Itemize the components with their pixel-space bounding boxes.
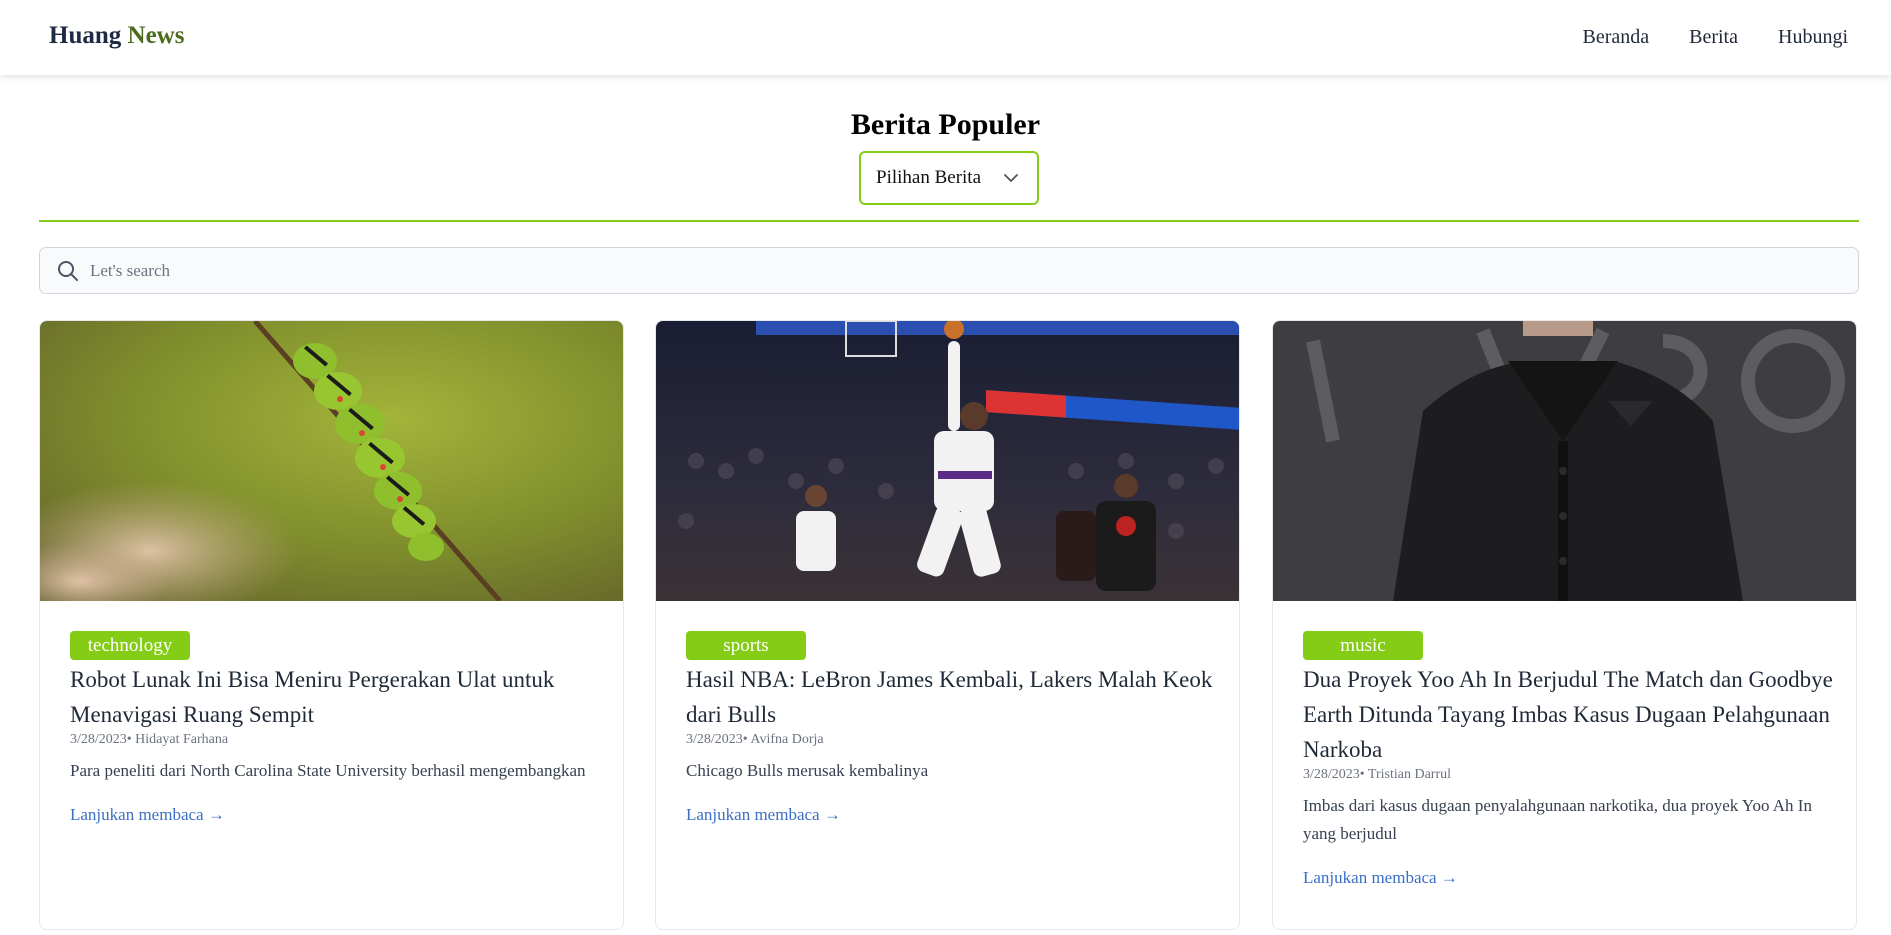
- category-badge[interactable]: music: [1303, 631, 1423, 660]
- article-title[interactable]: Hasil NBA: LeBron James Kembali, Lakers …: [686, 662, 1216, 732]
- search-icon: [58, 261, 78, 281]
- brand-name-first: Huang: [49, 22, 122, 49]
- dropdown-selected-value: Pilihan Berita: [876, 167, 982, 188]
- search-input[interactable]: [90, 248, 1840, 293]
- article-image-portrait[interactable]: [1273, 321, 1856, 601]
- read-more-link[interactable]: Lanjukan membaca →: [1303, 868, 1458, 888]
- nav-berita[interactable]: Berita: [1689, 26, 1738, 49]
- article-image-basketball[interactable]: [656, 321, 1239, 601]
- article-excerpt: Imbas dari kasus dugaan penyalahgunaan n…: [1303, 796, 1812, 843]
- brand-name-second: News: [127, 22, 185, 49]
- nav-hubungi[interactable]: Hubungi: [1778, 26, 1848, 49]
- article-meta: 3/28/2023• Hidayat Farhana: [70, 732, 229, 747]
- category-badge[interactable]: sports: [686, 631, 806, 660]
- read-more-link[interactable]: Lanjukan membaca →: [686, 805, 841, 825]
- article-card[interactable]: music Dua Proyek Yoo Ah In Berjudul The …: [1272, 320, 1857, 930]
- site-header: Huang News Beranda Berita Hubungi: [0, 0, 1891, 75]
- brand-logo[interactable]: Huang News: [49, 22, 184, 50]
- article-excerpt: Para peneliti dari North Carolina State …: [70, 761, 586, 780]
- nav-beranda[interactable]: Beranda: [1582, 26, 1649, 49]
- article-card[interactable]: sports Hasil NBA: LeBron James Kembali, …: [655, 320, 1240, 930]
- article-excerpt: Chicago Bulls merusak kembalinya: [686, 761, 929, 780]
- category-dropdown[interactable]: Pilihan Berita: [859, 151, 1039, 205]
- page-title: Berita Populer: [850, 108, 1041, 141]
- chevron-down-icon: [1004, 174, 1018, 182]
- article-title[interactable]: Robot Lunak Ini Bisa Meniru Pergerakan U…: [70, 662, 600, 732]
- article-body: sports Hasil NBA: LeBron James Kembali, …: [686, 631, 1216, 825]
- article-body: technology Robot Lunak Ini Bisa Meniru P…: [70, 631, 600, 825]
- read-more-link[interactable]: Lanjukan membaca →: [70, 805, 225, 825]
- section-divider: [39, 220, 1859, 222]
- search-bar[interactable]: [39, 247, 1859, 294]
- article-meta: 3/28/2023• Tristian Darrul: [1303, 767, 1452, 782]
- article-card[interactable]: technology Robot Lunak Ini Bisa Meniru P…: [39, 320, 624, 930]
- article-image-caterpillar[interactable]: [40, 321, 623, 601]
- article-body: music Dua Proyek Yoo Ah In Berjudul The …: [1303, 631, 1833, 888]
- article-meta: 3/28/2023• Avifna Dorja: [686, 732, 824, 747]
- article-title[interactable]: Dua Proyek Yoo Ah In Berjudul The Match …: [1303, 662, 1833, 767]
- category-badge[interactable]: technology: [70, 631, 190, 660]
- main-nav: Beranda Berita Hubungi: [1582, 26, 1848, 49]
